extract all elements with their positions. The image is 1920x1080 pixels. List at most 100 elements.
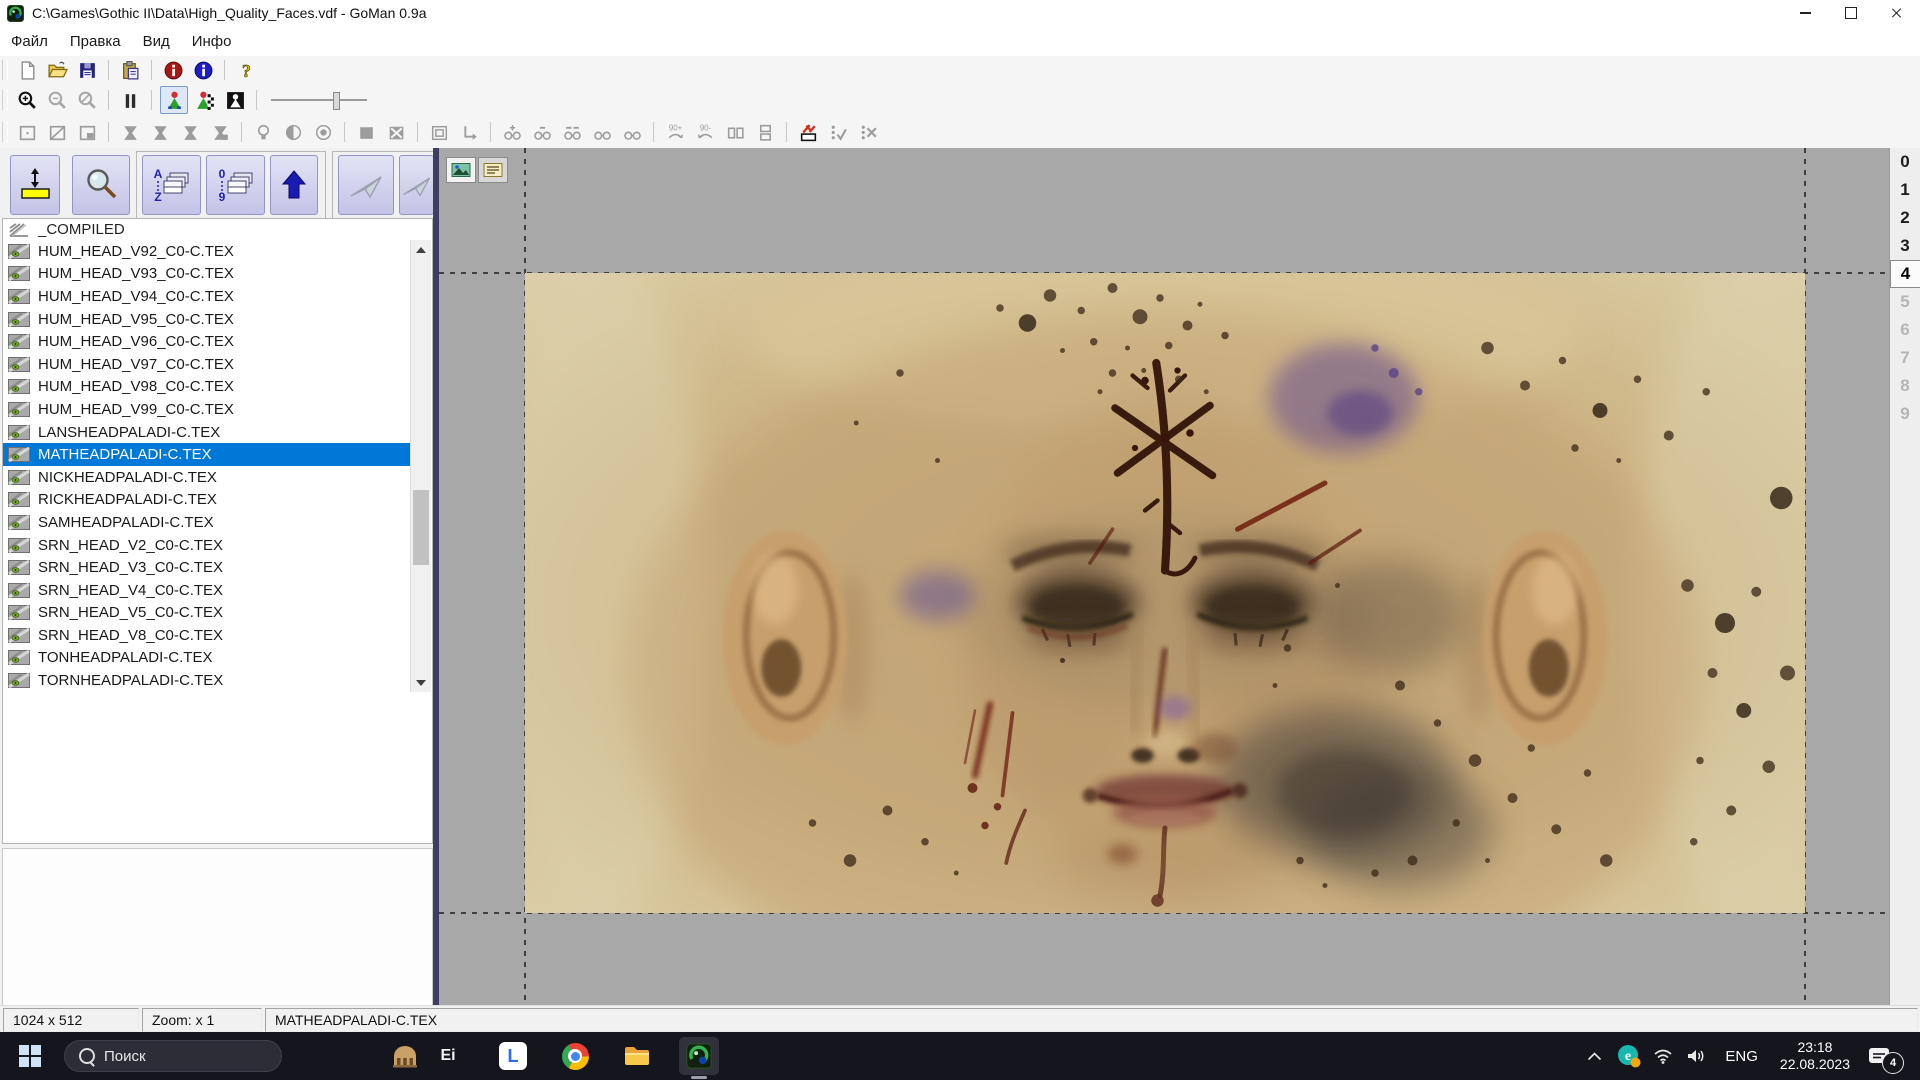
tool-smooth-button[interactable]: [589, 119, 615, 145]
tool-resize-button[interactable]: [426, 119, 452, 145]
taskbar-app-goman[interactable]: [679, 1037, 719, 1075]
apply-cancel-button[interactable]: [855, 119, 881, 145]
view-alpha-button[interactable]: [192, 87, 218, 113]
tray-chevron-button[interactable]: [1577, 1032, 1611, 1080]
tool-sharpen-minus-button[interactable]: [529, 119, 555, 145]
file-row[interactable]: TONHEADPALADI-C.TEX: [3, 647, 411, 670]
tool-crop-button[interactable]: [44, 119, 70, 145]
rotate-ccw-button[interactable]: 90-: [692, 119, 718, 145]
tray-wifi[interactable]: [1647, 1032, 1679, 1080]
file-row[interactable]: SAMHEADPALADI-C.TEX: [3, 511, 411, 534]
tray-language[interactable]: ENG: [1713, 1032, 1770, 1080]
menu-item[interactable]: Правка: [59, 26, 132, 56]
taskbar-app-l[interactable]: L: [493, 1037, 533, 1075]
file-row[interactable]: HUM_HEAD_V93_C0-C.TEX: [3, 263, 411, 286]
file-row[interactable]: SRN_HEAD_V2_C0-C.TEX: [3, 534, 411, 557]
paste-button[interactable]: [117, 57, 143, 83]
taskbar-app-ei[interactable]: Ei: [430, 1037, 466, 1075]
tool-blur-button[interactable]: [559, 119, 585, 145]
info-blue-button[interactable]: [190, 57, 216, 83]
list-scrollbar[interactable]: [410, 240, 431, 692]
file-row[interactable]: MATHEADPALADI-C.TEX: [3, 443, 411, 466]
pause-animation-button[interactable]: [117, 87, 143, 113]
mip-level-button[interactable]: 5: [1890, 288, 1920, 316]
convert-all-button[interactable]: [399, 155, 434, 215]
save-button[interactable]: [74, 57, 100, 83]
menu-item[interactable]: Файл: [0, 26, 59, 56]
zoom-reset-button[interactable]: [74, 87, 100, 113]
mip-level-button[interactable]: 8: [1890, 372, 1920, 400]
view-inverted-button[interactable]: [222, 87, 248, 113]
start-button[interactable]: [10, 1037, 50, 1075]
zoom-in-button[interactable]: [14, 87, 40, 113]
mip-level-button[interactable]: 0: [1890, 148, 1920, 176]
tool-select-button[interactable]: [14, 119, 40, 145]
mip-level-button[interactable]: 9: [1890, 400, 1920, 428]
texture-image[interactable]: [525, 273, 1805, 913]
mip-level-button[interactable]: 7: [1890, 344, 1920, 372]
close-button[interactable]: [1874, 0, 1920, 26]
taskbar-search[interactable]: Поиск: [64, 1040, 282, 1072]
tray-eset[interactable]: e: [1611, 1032, 1647, 1080]
extract-button[interactable]: [10, 155, 60, 215]
taskbar-app-colosseum[interactable]: [387, 1037, 423, 1075]
tool-compress2-button[interactable]: [147, 119, 173, 145]
scroll-down-button[interactable]: [411, 673, 431, 692]
tool-brightness-button[interactable]: [250, 119, 276, 145]
tool-contrast-button[interactable]: [280, 119, 306, 145]
mip-level-button[interactable]: 4: [1890, 260, 1920, 288]
notification-center-button[interactable]: 4: [1860, 1032, 1920, 1080]
menu-item[interactable]: Инфо: [181, 26, 243, 56]
zoom-out-button[interactable]: [44, 87, 70, 113]
rotate-cw-button[interactable]: 90+: [662, 119, 688, 145]
open-file-button[interactable]: [44, 57, 70, 83]
file-row[interactable]: SRN_HEAD_V3_C0-C.TEX: [3, 556, 411, 579]
minimize-button[interactable]: [1782, 0, 1828, 26]
mirror-horizontal-button[interactable]: [722, 119, 748, 145]
file-row[interactable]: HUM_HEAD_V95_C0-C.TEX: [3, 308, 411, 331]
scroll-up-button[interactable]: [411, 240, 431, 259]
file-row[interactable]: SRN_HEAD_V8_C0-C.TEX: [3, 624, 411, 647]
sort-alpha-button[interactable]: A Z: [142, 155, 201, 215]
tool-corner-button[interactable]: [74, 119, 100, 145]
new-file-button[interactable]: [14, 57, 40, 83]
mip-slider[interactable]: [271, 89, 367, 111]
mirror-vertical-button[interactable]: [752, 119, 778, 145]
tool-gamma-button[interactable]: [310, 119, 336, 145]
tab-image-view[interactable]: [446, 157, 476, 183]
tray-volume[interactable]: [1679, 1032, 1713, 1080]
file-row[interactable]: HUM_HEAD_V99_C0-C.TEX: [3, 398, 411, 421]
file-row[interactable]: SRN_HEAD_V4_C0-C.TEX: [3, 579, 411, 602]
file-row[interactable]: HUM_HEAD_V94_C0-C.TEX: [3, 285, 411, 308]
maximize-button[interactable]: [1828, 0, 1874, 26]
taskbar-app-explorer[interactable]: [617, 1037, 657, 1075]
help-button[interactable]: ?: [233, 57, 259, 83]
convert-button[interactable]: [338, 155, 394, 215]
tool-fill-button[interactable]: [353, 119, 379, 145]
mip-level-button[interactable]: 6: [1890, 316, 1920, 344]
tool-redirect-button[interactable]: [456, 119, 482, 145]
sort-numeric-button[interactable]: 0 9: [206, 155, 265, 215]
file-row[interactable]: HUM_HEAD_V92_C0-C.TEX: [3, 240, 411, 263]
file-row[interactable]: TORNHEADPALADI-C.TEX: [3, 669, 411, 692]
tray-clock[interactable]: 23:18 22.08.2023: [1770, 1032, 1860, 1080]
tool-compress1-button[interactable]: [117, 119, 143, 145]
move-up-button[interactable]: [270, 155, 318, 215]
menu-item[interactable]: Вид: [132, 26, 181, 56]
tool-compress3-button[interactable]: [177, 119, 203, 145]
tool-soften-button[interactable]: [619, 119, 645, 145]
list-header-row[interactable]: _COMPILED: [3, 219, 432, 240]
scroll-thumb[interactable]: [413, 490, 429, 565]
file-row[interactable]: NICKHEADPALADI-C.TEX: [3, 466, 411, 489]
file-row[interactable]: SRN_HEAD_V5_C0-C.TEX: [3, 602, 411, 625]
search-texture-button[interactable]: [72, 155, 130, 215]
file-row[interactable]: HUM_HEAD_V96_C0-C.TEX: [3, 330, 411, 353]
view-rgb-button[interactable]: [160, 86, 188, 114]
info-red-button[interactable]: [160, 57, 186, 83]
file-row[interactable]: LANSHEADPALADI-C.TEX: [3, 421, 411, 444]
flatten-button[interactable]: [795, 119, 821, 145]
file-row[interactable]: HUM_HEAD_V97_C0-C.TEX: [3, 353, 411, 376]
apply-check-button[interactable]: [825, 119, 851, 145]
taskbar-app-chrome[interactable]: [555, 1037, 595, 1075]
mip-level-button[interactable]: 2: [1890, 204, 1920, 232]
